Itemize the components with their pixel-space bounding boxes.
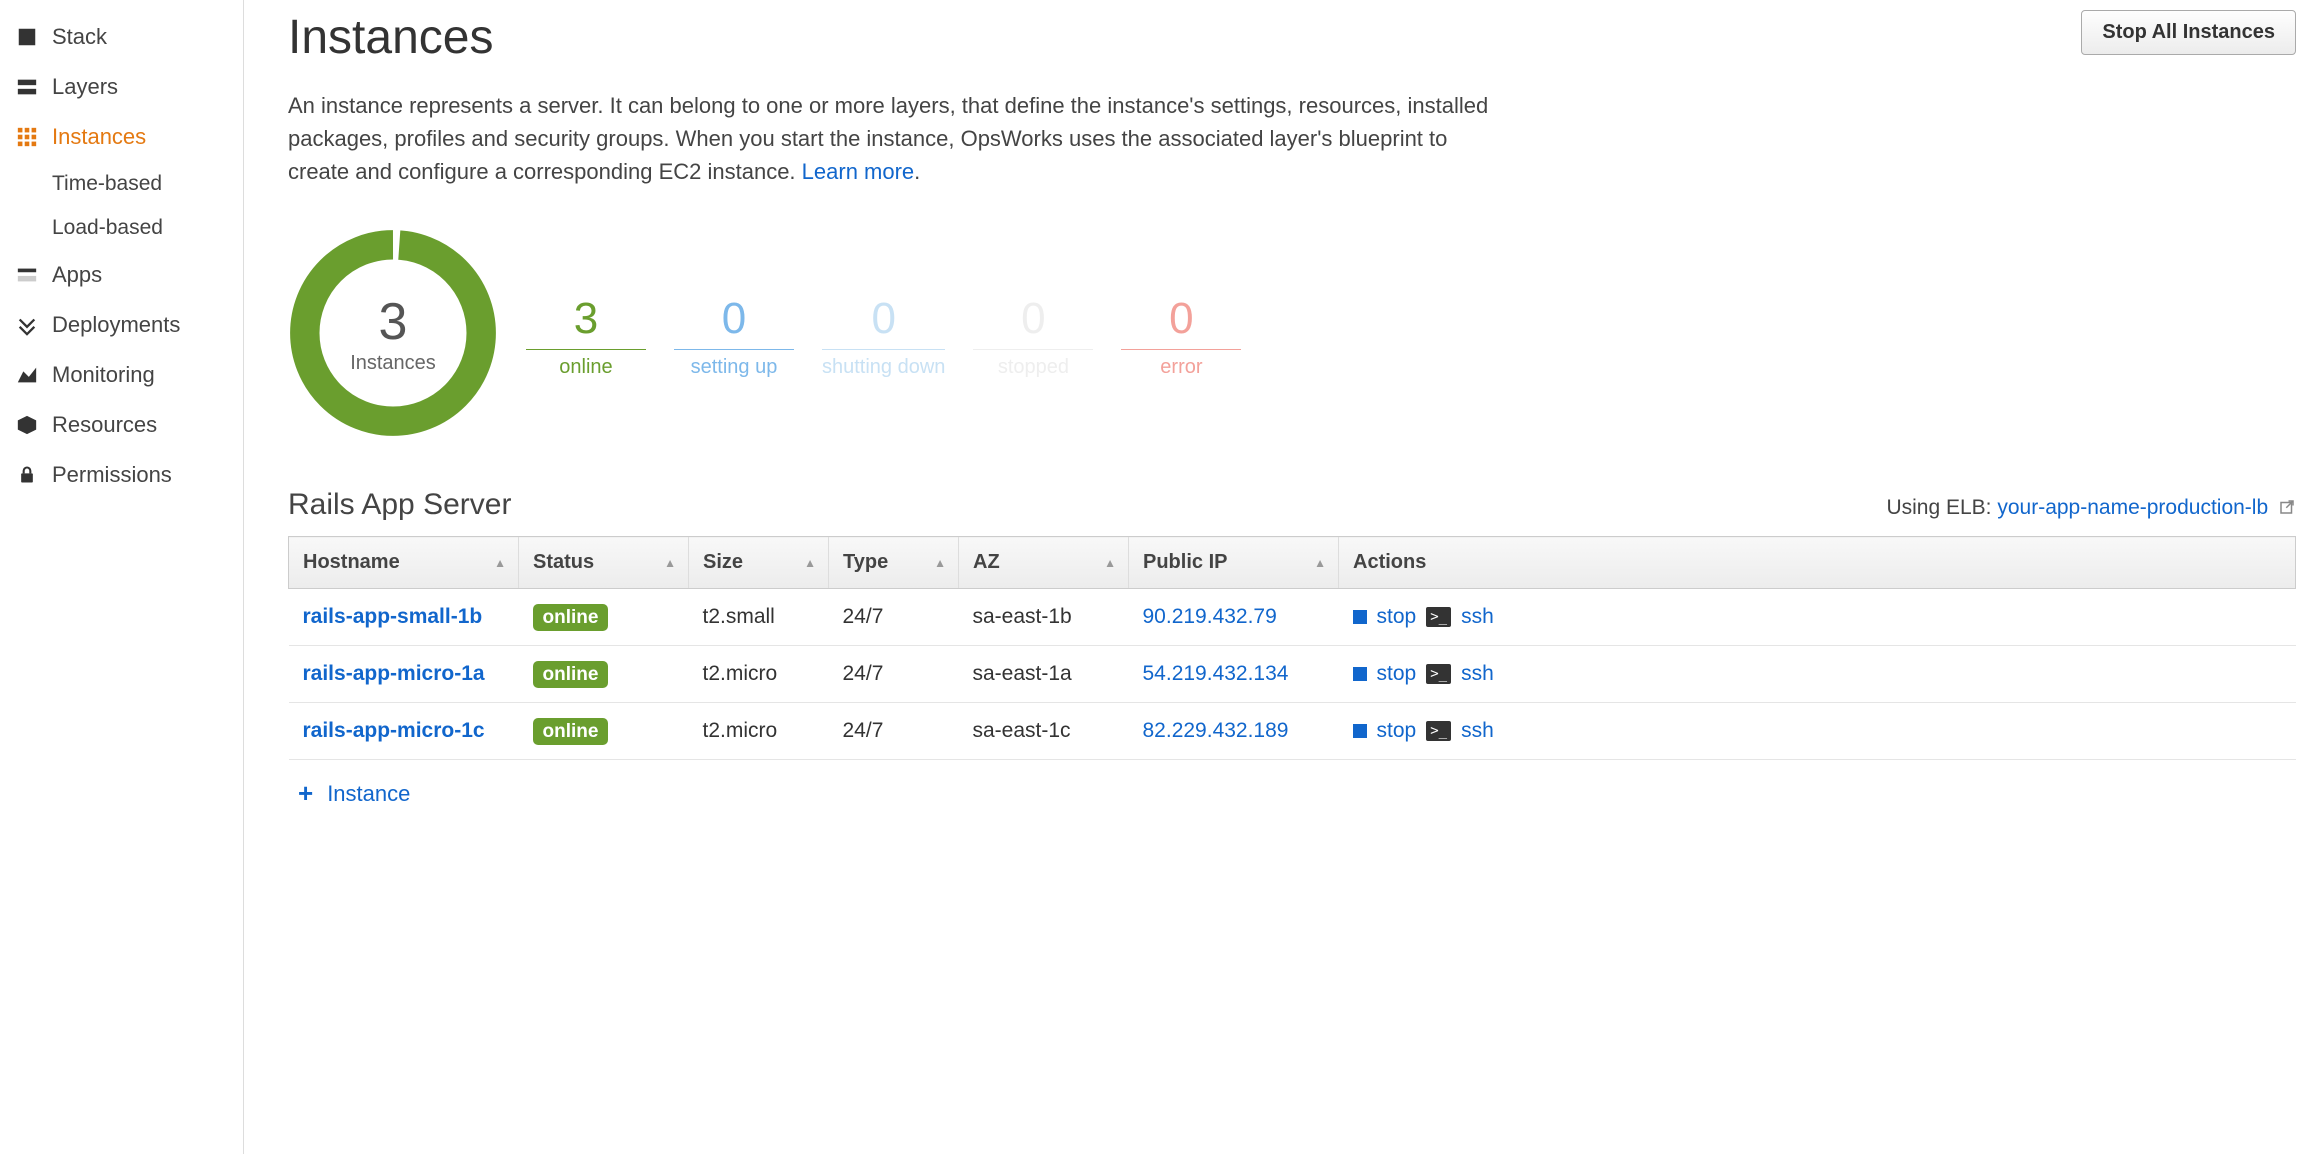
add-instance-button[interactable]: + Instance [288,760,2316,827]
sidebar-item-stack[interactable]: Stack [0,12,243,62]
layer-title: Rails App Server [288,488,511,522]
resources-icon [14,412,40,438]
sort-caret-icon: ▲ [1104,556,1116,570]
sidebar-sub-time-based[interactable]: Time-based [0,162,243,206]
ssh-action[interactable]: ssh [1461,605,1494,629]
col-actions: Actions [1339,537,2296,589]
ssh-action[interactable]: ssh [1461,662,1494,686]
lock-icon [14,462,40,488]
stop-action[interactable]: stop [1377,605,1417,629]
table-row: rails-app-micro-1c online t2.micro24/7sa-e… [289,703,2296,760]
cell-type: 24/7 [829,589,959,646]
learn-more-link[interactable]: Learn more [802,159,915,184]
stop-all-instances-button[interactable]: Stop All Instances [2081,10,2296,55]
cell-type: 24/7 [829,703,959,760]
table-row: rails-app-micro-1a online t2.micro24/7sa-e… [289,646,2296,703]
sidebar-item-apps[interactable]: Apps [0,250,243,300]
hostname-link[interactable]: rails-app-small-1b [303,605,483,628]
sort-caret-icon: ▲ [804,556,816,570]
stat-shutting-down: 0 shutting down [822,287,945,379]
hostname-link[interactable]: rails-app-micro-1a [303,662,485,685]
cell-az: sa-east-1a [959,646,1129,703]
col-public-ip[interactable]: Public IP▲ [1129,537,1339,589]
sidebar: Stack Layers Instances Time-based Load-b… [0,0,244,1154]
sidebar-item-label: Apps [52,262,102,288]
instances-icon [14,124,40,150]
instances-summary: 3 Instances 3 online 0 setting up 0 shut… [288,228,2316,438]
apps-icon [14,262,40,288]
cell-size: t2.small [689,589,829,646]
col-status[interactable]: Status▲ [519,537,689,589]
cell-size: t2.micro [689,703,829,760]
sort-caret-icon: ▲ [934,556,946,570]
public-ip-link[interactable]: 54.219.432.134 [1143,662,1289,685]
public-ip-link[interactable]: 82.229.432.189 [1143,719,1289,742]
stop-action[interactable]: stop [1377,662,1417,686]
public-ip-link[interactable]: 90.219.432.79 [1143,605,1277,628]
cell-az: sa-east-1c [959,703,1129,760]
donut-total: 3 [379,292,408,352]
ssh-action[interactable]: ssh [1461,719,1494,743]
elb-info: Using ELB: your-app-name-production-lb [1886,496,2296,522]
sidebar-item-resources[interactable]: Resources [0,400,243,450]
col-size[interactable]: Size▲ [689,537,829,589]
stop-icon [1353,610,1367,624]
hostname-link[interactable]: rails-app-micro-1c [303,719,485,742]
status-badge: online [533,661,609,688]
col-az[interactable]: AZ▲ [959,537,1129,589]
stop-icon [1353,667,1367,681]
main-content: Instances Stop All Instances An instance… [244,0,2316,1154]
col-type[interactable]: Type▲ [829,537,959,589]
sidebar-sub-load-based[interactable]: Load-based [0,206,243,250]
status-badge: online [533,718,609,745]
stop-icon [1353,724,1367,738]
plus-icon: + [298,778,313,809]
layers-icon [14,74,40,100]
status-badge: online [533,604,609,631]
external-link-icon [2278,498,2296,522]
terminal-icon: >_ [1426,721,1451,741]
sort-caret-icon: ▲ [1314,556,1326,570]
sidebar-item-deployments[interactable]: Deployments [0,300,243,350]
stat-stopped: 0 stopped [973,287,1093,379]
terminal-icon: >_ [1426,664,1451,684]
sort-caret-icon: ▲ [664,556,676,570]
table-header-row: Hostname▲ Status▲ Size▲ Type▲ AZ▲ Public… [289,537,2296,589]
sidebar-item-permissions[interactable]: Permissions [0,450,243,500]
col-hostname[interactable]: Hostname▲ [289,537,519,589]
deployments-icon [14,312,40,338]
page-title: Instances [288,10,493,65]
sidebar-item-label: Monitoring [52,362,155,388]
cell-type: 24/7 [829,646,959,703]
stack-icon [14,24,40,50]
stop-action[interactable]: stop [1377,719,1417,743]
sidebar-item-monitoring[interactable]: Monitoring [0,350,243,400]
sidebar-item-label: Layers [52,74,118,100]
cell-az: sa-east-1b [959,589,1129,646]
sidebar-item-label: Resources [52,412,157,438]
stat-setting-up: 0 setting up [674,287,794,379]
donut-label: Instances [350,352,436,375]
page-description: An instance represents a server. It can … [288,89,1508,188]
sidebar-item-instances[interactable]: Instances [0,112,243,162]
sort-caret-icon: ▲ [494,556,506,570]
sidebar-item-label: Stack [52,24,107,50]
sidebar-item-label: Permissions [52,462,172,488]
cell-size: t2.micro [689,646,829,703]
table-row: rails-app-small-1b online t2.small24/7sa-e… [289,589,2296,646]
instances-donut-chart: 3 Instances [288,228,498,438]
monitoring-icon [14,362,40,388]
sidebar-item-label: Instances [52,124,146,150]
stat-online: 3 online [526,287,646,379]
instances-table: Hostname▲ Status▲ Size▲ Type▲ AZ▲ Public… [288,536,2296,760]
stat-error: 0 error [1121,287,1241,379]
terminal-icon: >_ [1426,607,1451,627]
elb-link[interactable]: your-app-name-production-lb [1997,496,2268,519]
sidebar-item-layers[interactable]: Layers [0,62,243,112]
sidebar-item-label: Deployments [52,312,180,338]
